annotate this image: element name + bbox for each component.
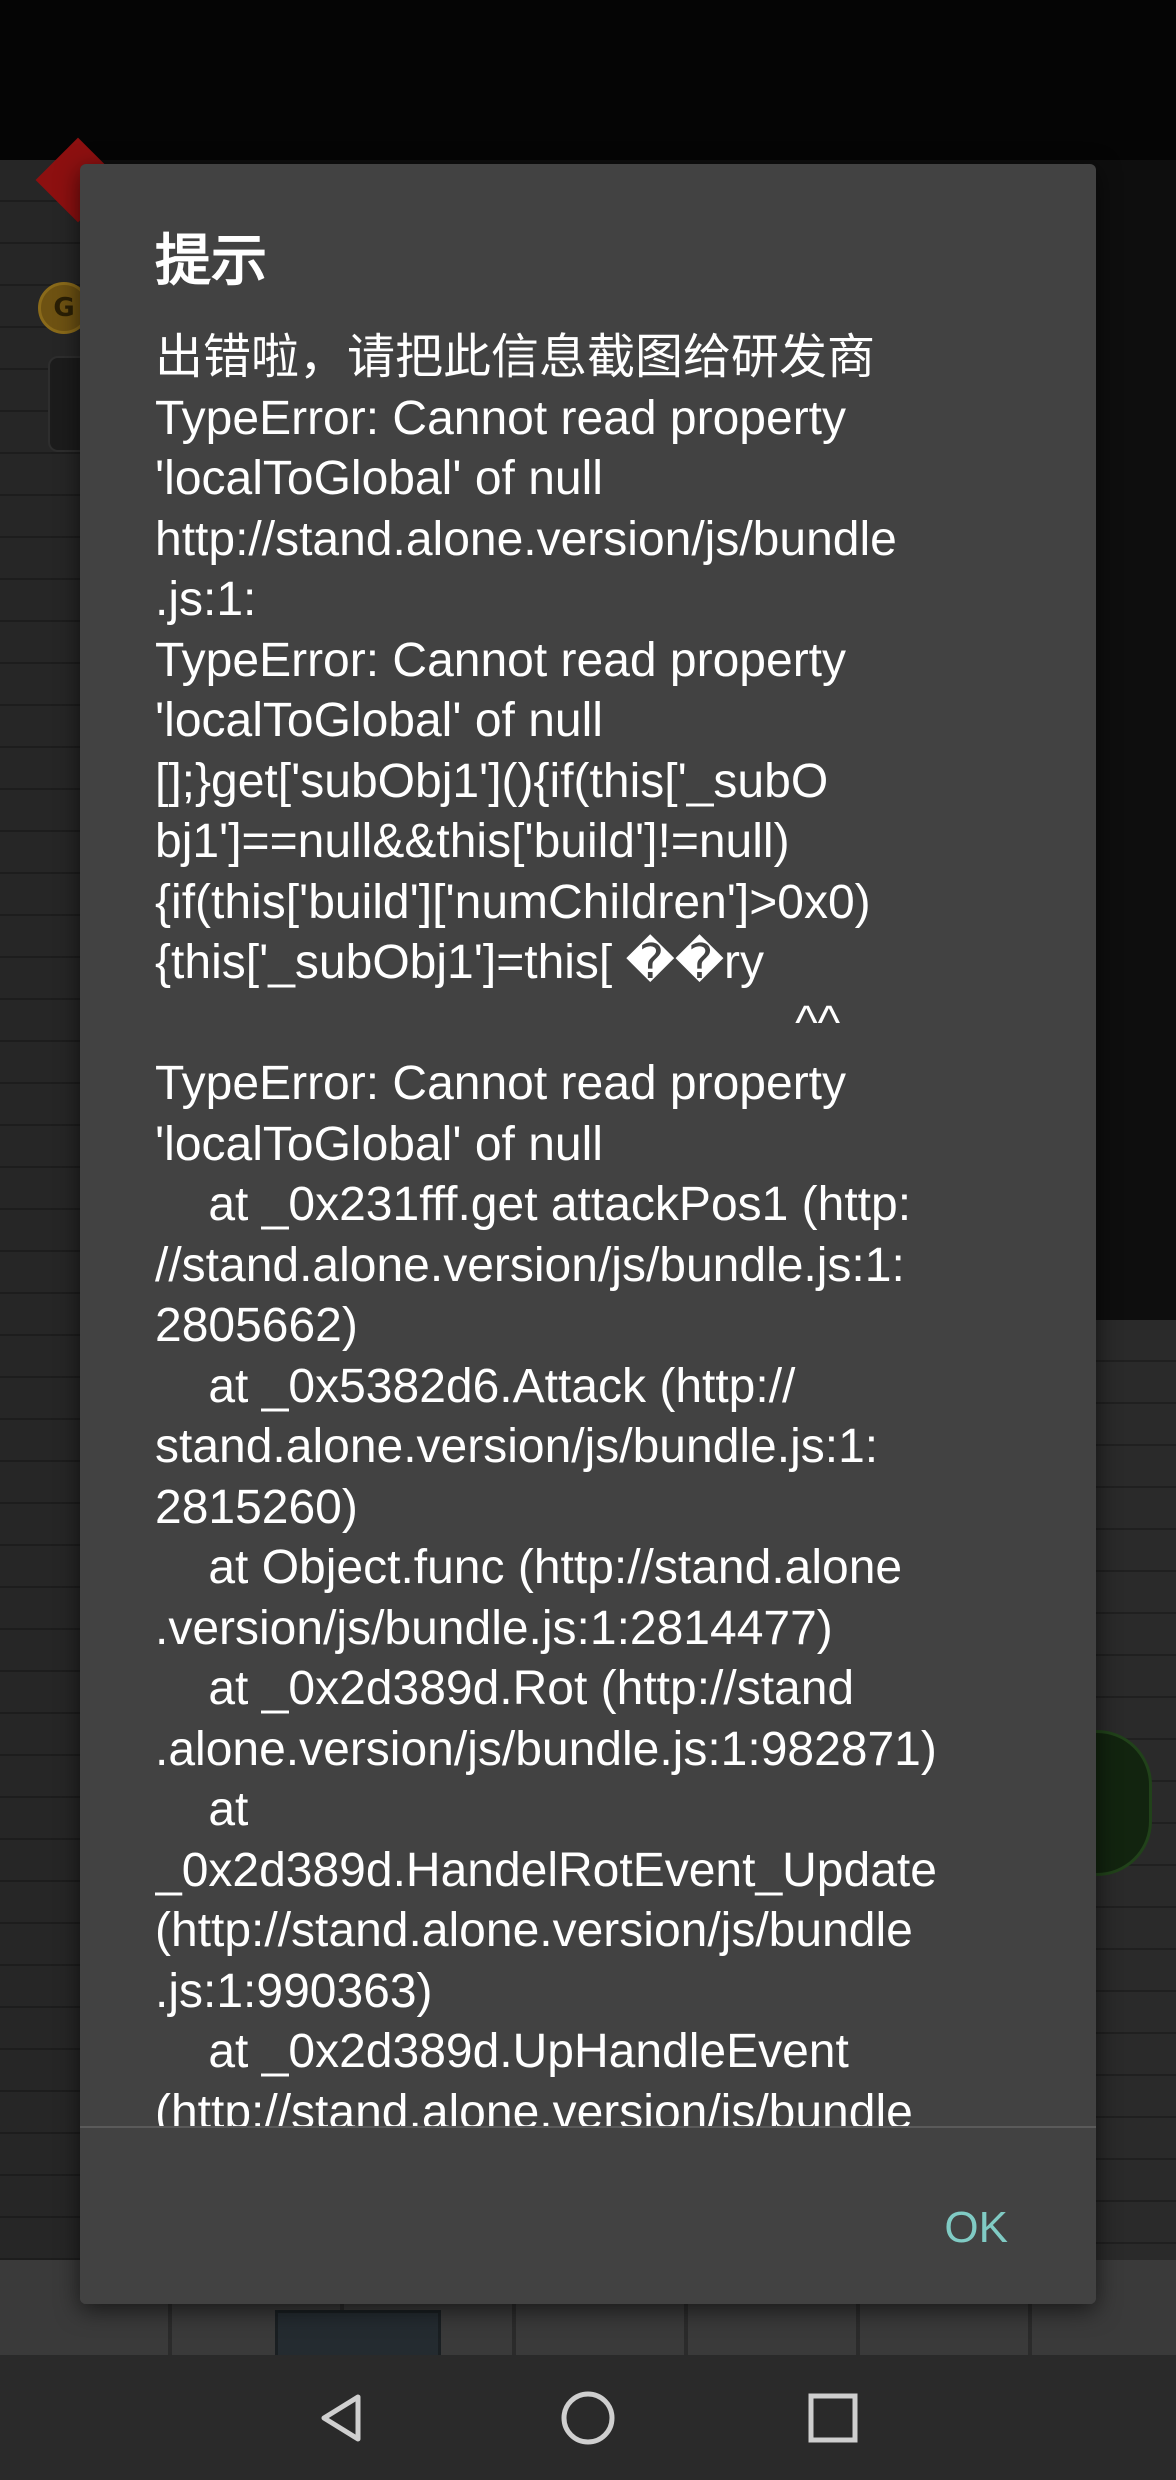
back-triangle-icon <box>321 2394 361 2442</box>
recents-square-icon <box>808 2393 858 2443</box>
dialog-divider <box>80 2126 1096 2128</box>
game-top-area <box>0 0 1176 160</box>
recents-button[interactable] <box>798 2383 868 2453</box>
game-wall-left <box>0 160 90 2355</box>
error-dialog: 提示 出错啦，请把此信息截图给研发商 TypeError: Cannot rea… <box>80 164 1096 2304</box>
home-button[interactable] <box>553 2383 623 2453</box>
back-button[interactable] <box>308 2383 378 2453</box>
dialog-title: 提示 <box>155 229 267 294</box>
home-circle-icon <box>561 2391 615 2445</box>
navigation-bar <box>0 2355 1176 2480</box>
dialog-message-scroll[interactable]: 出错啦，请把此信息截图给研发商 TypeError: Cannot read p… <box>155 328 1085 2288</box>
ok-button[interactable]: OK <box>932 2198 1020 2258</box>
screen: G 提示 出错啦，请把此信息截图给研发商 TypeError: Cannot r… <box>0 0 1176 2480</box>
dialog-message: 出错啦，请把此信息截图给研发商 TypeError: Cannot read p… <box>155 331 937 2139</box>
